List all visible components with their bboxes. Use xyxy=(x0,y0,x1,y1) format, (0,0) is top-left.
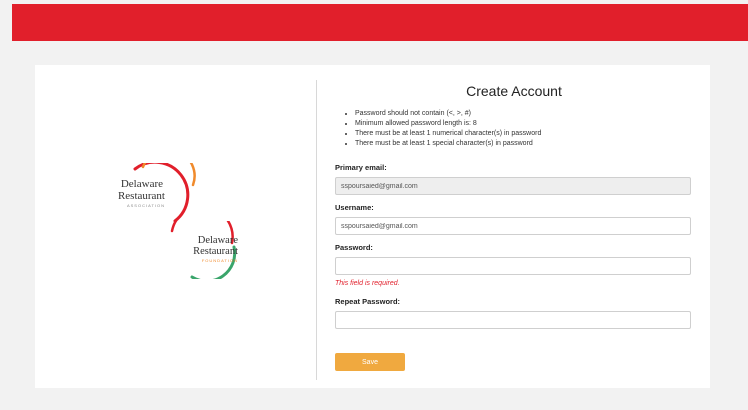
primary-email-label: Primary email: xyxy=(335,163,387,172)
logo1-line3: ASSOCIATION xyxy=(127,203,165,208)
logo1-line1: Delaware xyxy=(121,178,163,190)
top-header-bar xyxy=(12,4,748,41)
create-account-card: Delaware Restaurant ASSOCIATION Delaware… xyxy=(35,65,710,388)
password-label: Password: xyxy=(335,243,373,252)
delaware-restaurant-association-logo: Delaware Restaurant ASSOCIATION xyxy=(118,163,196,223)
page-title: Create Account xyxy=(466,83,562,99)
password-error-message: This field is required. xyxy=(335,280,400,287)
logo2-line1: Delaware xyxy=(198,235,239,246)
logo2-line2: Restaurant xyxy=(193,246,238,257)
password-rule: Minimum allowed password length is: 8 xyxy=(355,119,541,129)
repeat-password-label: Repeat Password: xyxy=(335,297,401,306)
primary-email-field[interactable] xyxy=(335,177,691,195)
save-button[interactable]: Save xyxy=(335,353,405,371)
vertical-divider xyxy=(316,80,317,380)
username-label: Username: xyxy=(335,203,374,212)
username-field[interactable] xyxy=(335,217,691,235)
delaware-restaurant-foundation-logo: Delaware Restaurant FOUNDATION xyxy=(170,221,239,279)
password-rule: There must be at least 1 numerical chara… xyxy=(355,129,541,139)
password-rule: There must be at least 1 special charact… xyxy=(355,139,541,149)
password-rule: Password should not contain (<, >, #) xyxy=(355,109,541,119)
password-rules-list: Password should not contain (<, >, #) Mi… xyxy=(335,109,541,149)
password-field[interactable] xyxy=(335,257,691,275)
logo2-line3: FOUNDATION xyxy=(202,258,238,263)
repeat-password-field[interactable] xyxy=(335,311,691,329)
logo1-line2: Restaurant xyxy=(118,190,165,202)
logo-area: Delaware Restaurant ASSOCIATION Delaware… xyxy=(35,65,316,388)
